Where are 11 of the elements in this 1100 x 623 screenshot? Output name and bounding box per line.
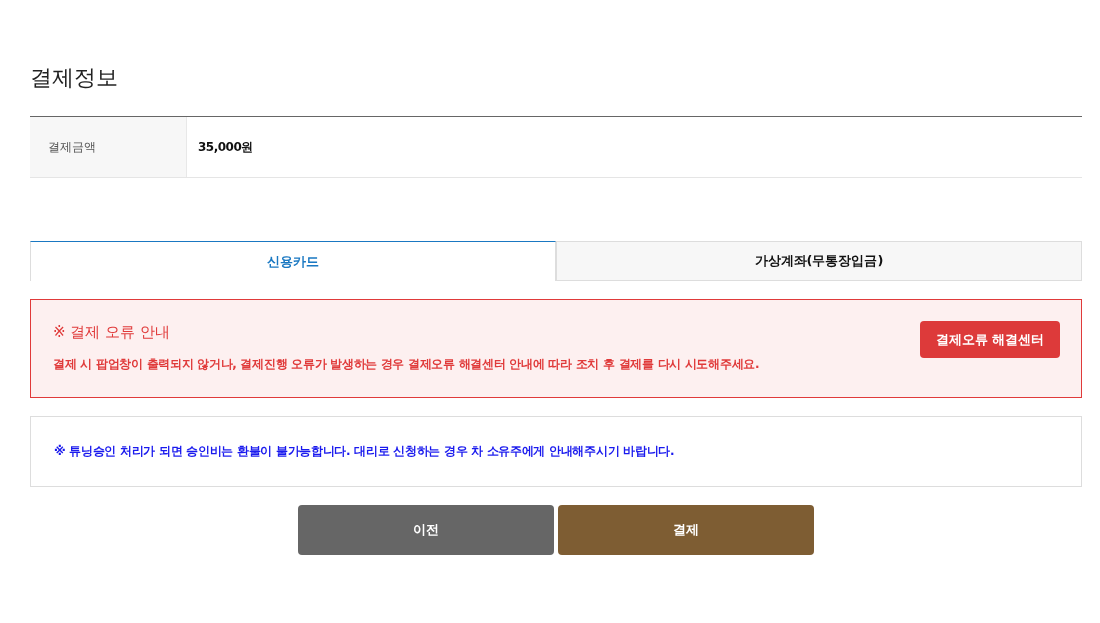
payment-method-tab[interactable]: 가상계좌(무통장입금) xyxy=(556,241,1082,281)
error-notice-message: 결제 시 팝업창이 출력되지 않거나, 결제진행 오류가 발생하는 경우 결제오류 해결센터 안내에 따라 조치 후 결제를 다시 시도해주세요. xyxy=(53,356,760,373)
table-value-cell-text: 35,000원 xyxy=(197,138,254,156)
section-title: 결제정보 xyxy=(30,64,118,92)
pay-button[interactable]: 결제 xyxy=(558,505,814,555)
payment-method-tab[interactable]: 신용카드 xyxy=(30,241,556,281)
error-help-center-button[interactable]: 결제오류 해결센터 xyxy=(920,321,1060,358)
previous-button[interactable]: 이전 xyxy=(298,505,554,555)
tuning-notice-message: ※ 튜닝승인 처리가 되면 승인비는 환불이 불가능합니다. 대리로 신청하는 경우 차 소유주에게 안내해주시기 바랍니다. xyxy=(54,443,675,460)
error-notice-title: ※ 결제 오류 안내 xyxy=(53,322,170,343)
table-label-cell: 결제금액 xyxy=(30,117,187,177)
